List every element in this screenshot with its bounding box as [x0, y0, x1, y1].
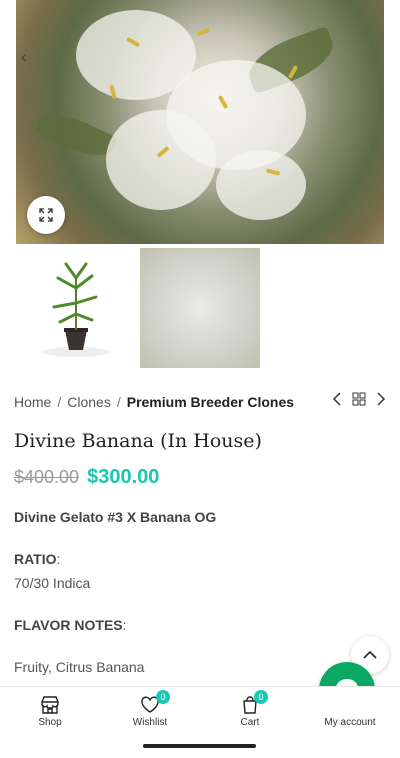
product-title: Divine Banana (In House)	[14, 430, 262, 452]
thumbnail-2[interactable]	[140, 248, 260, 368]
chevron-up-icon	[363, 650, 377, 659]
ratio-colon: :	[56, 551, 61, 567]
cart-badge: 0	[254, 690, 268, 704]
expand-icon	[39, 208, 53, 222]
breadcrumb: Home / Clones / Premium Breeder Clones	[14, 392, 386, 412]
nav-account-label: My account	[324, 716, 376, 728]
flavor-value: Fruity, Citrus Banana	[14, 659, 145, 675]
product-lineage: Divine Gelato #3 X Banana OG	[14, 509, 217, 525]
wishlist-badge: 0	[156, 690, 170, 704]
breadcrumb-separator: /	[57, 394, 62, 410]
nav-cart-label: Cart	[240, 716, 260, 728]
product-main-image[interactable]	[16, 0, 384, 244]
old-price: $400.00	[14, 467, 80, 487]
flavor-heading: FLAVOR NOTES:	[14, 617, 127, 633]
prev-product-icon[interactable]	[332, 392, 342, 406]
nav-shop-label: Shop	[38, 716, 62, 728]
breadcrumb-separator: /	[116, 394, 121, 410]
ratio-label: RATIO	[14, 551, 57, 567]
breadcrumb-current[interactable]: Premium Breeder Clones	[127, 394, 294, 410]
flavor-colon: :	[122, 617, 127, 633]
grid-icon[interactable]	[352, 392, 366, 406]
nav-cart[interactable]: 0 Cart	[200, 687, 300, 736]
nav-wishlist[interactable]: 0 Wishlist	[100, 687, 200, 736]
ratio-heading: RATIO:	[14, 551, 60, 567]
nav-shop[interactable]: Shop	[0, 687, 100, 736]
nav-wishlist-label: Wishlist	[132, 716, 168, 728]
thumbnail-1[interactable]	[16, 248, 136, 368]
breadcrumb-home-link[interactable]: Home	[14, 394, 51, 410]
nav-account[interactable]: My account	[300, 687, 400, 736]
price-block: $400.00 $300.00	[14, 466, 159, 489]
breadcrumb-clones-link[interactable]: Clones	[67, 394, 111, 410]
home-indicator	[143, 744, 256, 748]
prev-image-arrow-icon[interactable]: ‹	[20, 48, 27, 68]
flavor-label: FLAVOR NOTES	[14, 617, 123, 633]
zoom-button[interactable]	[27, 196, 65, 234]
store-icon	[41, 695, 59, 714]
sale-price: $300.00	[87, 466, 160, 488]
bottom-navigation: Shop 0 Wishlist 0 Cart My account	[0, 686, 400, 736]
ratio-value: 70/30 Indica	[14, 575, 91, 591]
next-product-icon[interactable]	[376, 392, 386, 406]
